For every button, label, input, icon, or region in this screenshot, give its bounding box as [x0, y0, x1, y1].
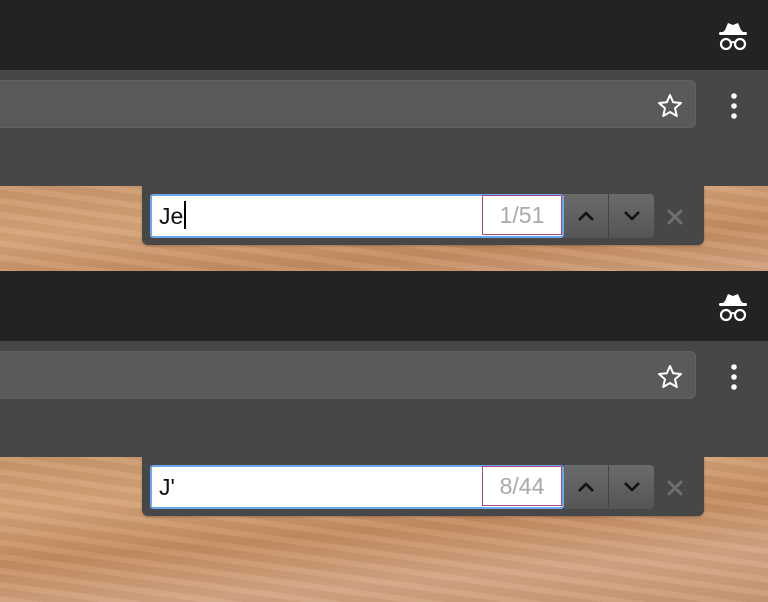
find-query-text[interactable]: Je [159, 196, 459, 236]
star-icon[interactable] [657, 364, 683, 390]
find-previous-button[interactable] [564, 465, 609, 509]
chevron-up-icon [578, 482, 594, 492]
chevron-up-icon [578, 211, 594, 221]
title-bar [0, 271, 768, 341]
match-count: 1/51 [482, 195, 562, 235]
three-dot-menu-icon[interactable] [724, 91, 744, 121]
find-next-button[interactable] [609, 465, 654, 509]
find-input-field[interactable]: J' 8/44 [150, 465, 564, 509]
find-query-text[interactable]: J' [159, 467, 459, 507]
incognito-icon [719, 294, 747, 322]
incognito-icon [719, 23, 747, 51]
find-bar: J' 8/44 [142, 457, 704, 516]
find-input-field[interactable]: Je 1/51 [150, 194, 564, 238]
chevron-down-icon [623, 211, 640, 221]
address-bar[interactable] [0, 351, 696, 399]
three-dot-menu-icon[interactable] [724, 362, 744, 392]
browser-toolbar [0, 70, 768, 186]
browser-window-top: Je 1/51 [0, 0, 768, 271]
chevron-down-icon [623, 482, 640, 492]
close-icon[interactable] [665, 478, 685, 498]
match-count: 8/44 [482, 466, 562, 506]
title-bar [0, 0, 768, 70]
star-icon[interactable] [657, 93, 683, 119]
text-caret [184, 201, 187, 229]
find-previous-button[interactable] [564, 194, 609, 238]
find-next-button[interactable] [609, 194, 654, 238]
close-icon[interactable] [665, 207, 685, 227]
address-bar[interactable] [0, 80, 696, 128]
find-bar: Je 1/51 [142, 186, 704, 245]
browser-toolbar [0, 341, 768, 457]
browser-window-bottom: J' 8/44 [0, 271, 768, 602]
